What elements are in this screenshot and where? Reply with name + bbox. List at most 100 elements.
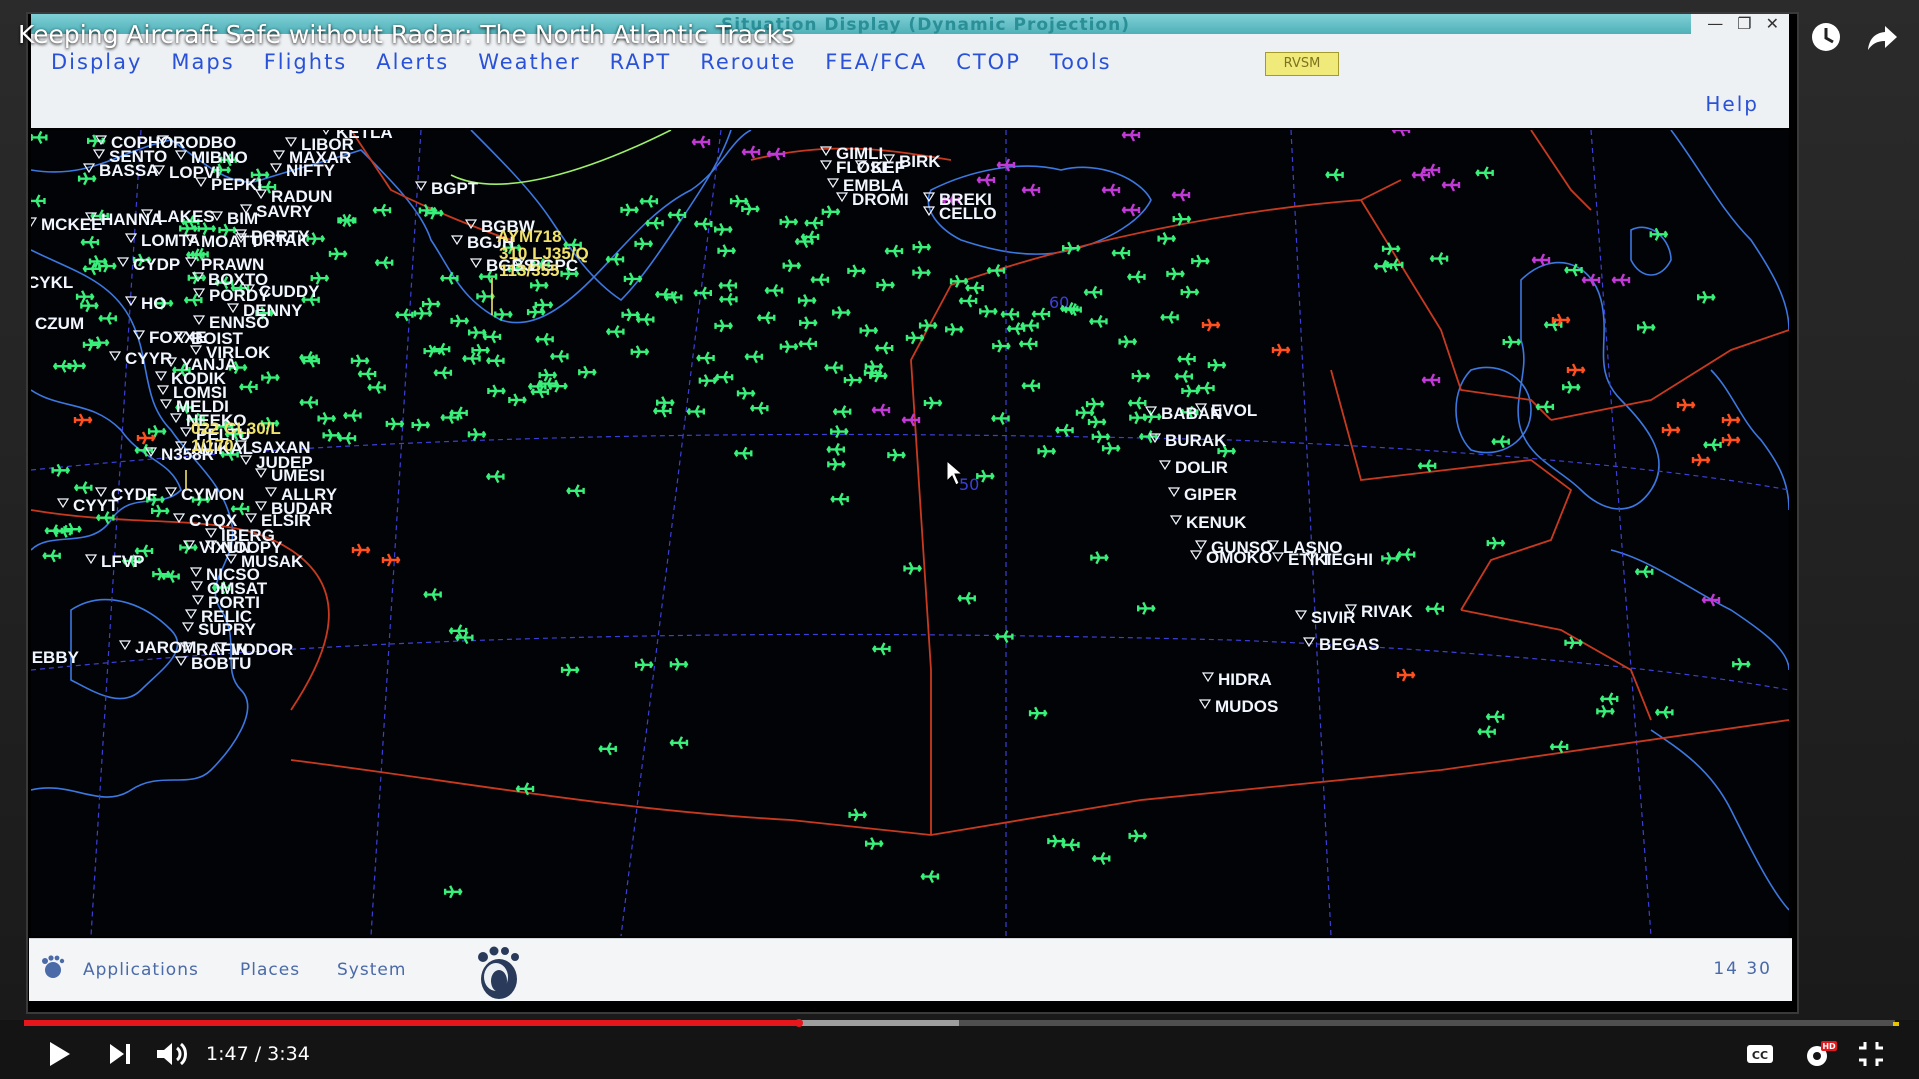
next-icon[interactable] — [106, 1038, 134, 1070]
waypoint-label[interactable]: DOLIR — [1175, 458, 1228, 477]
flight-icon[interactable] — [467, 427, 487, 441]
flight-icon[interactable] — [1661, 423, 1681, 437]
flight-icon[interactable] — [733, 446, 753, 460]
flight-icon[interactable] — [824, 361, 843, 375]
flight-icon[interactable] — [1485, 710, 1505, 724]
flight-icon[interactable] — [1596, 704, 1615, 718]
flight-icon[interactable] — [887, 448, 906, 462]
flight-icon[interactable] — [1381, 242, 1401, 256]
waypoint-label[interactable]: TEGHI — [1321, 550, 1373, 569]
flight-icon[interactable] — [1166, 267, 1185, 281]
flight-icon[interactable] — [1101, 183, 1121, 197]
flight-icon[interactable] — [976, 469, 995, 483]
flight-icon[interactable] — [598, 742, 617, 756]
flight-icon[interactable] — [261, 371, 280, 385]
flight-icon[interactable] — [714, 319, 733, 333]
flight-icon[interactable] — [1721, 433, 1741, 447]
flight-icon[interactable] — [749, 401, 769, 415]
flight-icon[interactable] — [874, 341, 894, 355]
flight-icon[interactable] — [1564, 636, 1583, 650]
flight-icon[interactable] — [1429, 252, 1449, 266]
flight-icon[interactable] — [433, 366, 453, 380]
flight-icon[interactable] — [949, 274, 969, 288]
menu-flights[interactable]: Flights — [264, 50, 348, 74]
gnome-foot-icon[interactable] — [39, 953, 69, 983]
flight-icon[interactable] — [1271, 343, 1291, 357]
waypoint-label[interactable]: JAROM — [135, 638, 196, 657]
flight-icon[interactable] — [1201, 318, 1221, 332]
flight-icon[interactable] — [1636, 320, 1656, 334]
flight-icon[interactable] — [669, 657, 689, 671]
flight-icon[interactable] — [1581, 273, 1601, 287]
flight-icon[interactable] — [1491, 435, 1510, 449]
flight-icon[interactable] — [1111, 246, 1131, 260]
flight-icon[interactable] — [1732, 657, 1751, 671]
flight-icon[interactable] — [782, 259, 802, 273]
waypoint-label[interactable]: CYMON — [181, 485, 244, 504]
flight-icon[interactable] — [741, 202, 760, 216]
flight-icon[interactable] — [714, 370, 734, 384]
flight-icon[interactable] — [136, 431, 156, 445]
flight-icon[interactable] — [421, 297, 441, 311]
flight-icon[interactable] — [756, 311, 776, 325]
flight-icon[interactable] — [1160, 310, 1179, 324]
flight-icon[interactable] — [450, 314, 470, 328]
flight-icon[interactable] — [357, 367, 377, 381]
menu-weather[interactable]: Weather — [478, 50, 580, 74]
flight-icon[interactable] — [992, 339, 1011, 353]
flight-icon[interactable] — [485, 354, 505, 368]
flight-icon[interactable] — [1207, 358, 1227, 372]
flight-icon[interactable] — [958, 294, 978, 308]
flight-icon[interactable] — [530, 278, 549, 292]
flight-icon[interactable] — [508, 393, 527, 407]
flight-icon[interactable] — [77, 172, 97, 186]
waypoint-label[interactable]: SIVIR — [1311, 608, 1355, 627]
flight-icon[interactable] — [698, 374, 718, 388]
flight-icon[interactable] — [1090, 551, 1109, 565]
flight-icon[interactable] — [1055, 423, 1074, 437]
flight-icon[interactable] — [485, 470, 505, 484]
flight-icon[interactable] — [385, 417, 405, 431]
flight-icon[interactable] — [1128, 829, 1148, 843]
waypoint-label[interactable]: LAKES — [157, 207, 215, 226]
flight-icon[interactable] — [44, 524, 64, 538]
waypoint-label[interactable]: BURAK — [1165, 431, 1227, 450]
menu-system[interactable]: System — [337, 960, 406, 980]
flight-icon[interactable] — [1085, 397, 1105, 411]
flight-icon[interactable] — [1028, 706, 1048, 720]
flight-icon[interactable] — [1599, 692, 1619, 706]
flight-icon[interactable] — [1101, 441, 1121, 455]
flight-icon[interactable] — [1131, 369, 1151, 383]
flight-icon[interactable] — [328, 247, 348, 261]
flight-icon[interactable] — [1566, 363, 1586, 377]
waypoint-label[interactable]: OMOKO — [1206, 548, 1272, 567]
captions-icon[interactable]: CC — [1744, 1038, 1776, 1070]
menu-fea-fca[interactable]: FEA/FCA — [825, 50, 927, 74]
flight-icon[interactable] — [152, 567, 171, 581]
flight-icon[interactable] — [799, 316, 818, 330]
flight-icon[interactable] — [945, 322, 964, 336]
flight-icon[interactable] — [605, 325, 625, 339]
flight-icon[interactable] — [1000, 307, 1020, 321]
flight-icon[interactable] — [306, 232, 326, 246]
flight-icon[interactable] — [965, 281, 984, 295]
flight-icon[interactable] — [884, 244, 904, 258]
flight-icon[interactable] — [634, 658, 654, 672]
flight-icon[interactable] — [1697, 290, 1716, 304]
flight-icon[interactable] — [826, 442, 845, 456]
flight-icon[interactable] — [1062, 241, 1081, 255]
waypoint-label[interactable]: BIM — [227, 209, 258, 228]
flight-icon[interactable] — [1425, 602, 1445, 616]
flight-icon[interactable] — [1171, 188, 1191, 202]
flight-icon[interactable] — [623, 272, 643, 286]
flight-icon[interactable] — [73, 481, 93, 495]
flight-icon[interactable] — [439, 271, 459, 285]
flight-icon[interactable] — [1654, 705, 1674, 719]
menu-tools[interactable]: Tools — [1050, 50, 1112, 74]
flight-icon[interactable] — [1121, 130, 1141, 142]
flight-icon[interactable] — [729, 194, 749, 208]
flight-icon[interactable] — [766, 147, 786, 161]
flight-icon[interactable] — [73, 413, 93, 427]
waypoint-label[interactable]: HANNA — [101, 210, 162, 229]
radar-canvas[interactable]: 60 50 COPHO RODBOSENTO MIBNOBASSA LOPVIPEPK… — [31, 130, 1789, 936]
